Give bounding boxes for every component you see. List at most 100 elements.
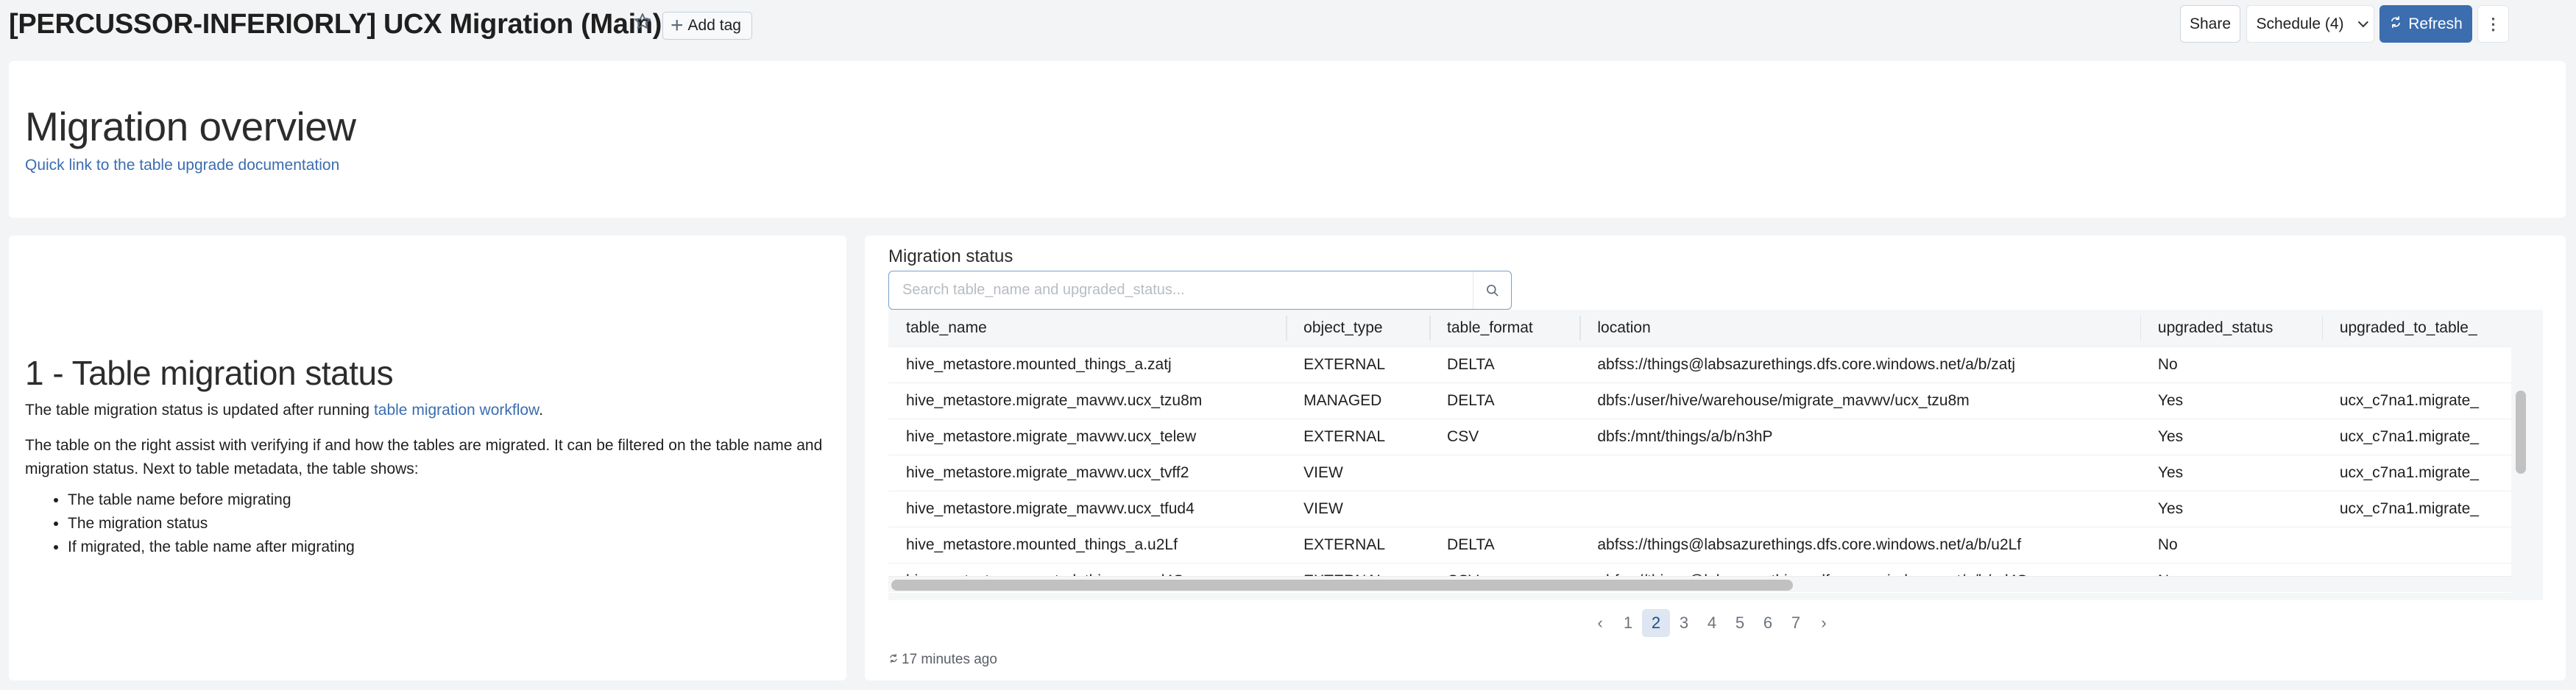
cell-location [1579, 490, 2140, 527]
page-1[interactable]: 1 [1614, 609, 1642, 637]
cell-upgraded-status: Yes [2140, 382, 2322, 419]
search-box [888, 271, 1512, 310]
page-3[interactable]: 3 [1670, 609, 1698, 637]
cell-table-format: DELTA [1429, 526, 1580, 563]
share-button[interactable]: Share [2180, 5, 2240, 43]
cell-table-format: CSV [1429, 418, 1580, 455]
column-header-object-type[interactable]: object_type [1286, 310, 1430, 346]
horizontal-scrollbar[interactable] [888, 576, 2511, 592]
column-header-upgraded-status[interactable]: upgraded_status [2140, 310, 2322, 346]
page-2[interactable]: 2 [1642, 609, 1670, 637]
cell-upgraded-status: Yes [2140, 418, 2322, 455]
widget-title: Migration status [888, 246, 1013, 266]
description-paragraph-2: The table on the right assist with verif… [25, 437, 823, 477]
cell-upgraded-to-table [2321, 346, 2511, 383]
last-updated-text: 17 minutes ago [902, 652, 997, 667]
plus-icon: + [670, 13, 684, 38]
migration-status-card: Migration status table_name object_type … [865, 235, 2566, 680]
kebab-menu-icon[interactable]: ⋮ [2477, 5, 2509, 43]
table-migration-info-card: 1 - Table migration status The table mig… [9, 235, 846, 680]
description-paragraph-1: The table migration status is updated af… [25, 399, 835, 422]
search-input[interactable] [889, 271, 1473, 309]
cell-upgraded-to-table: ucx_c7na1.migrate_ [2321, 490, 2511, 527]
list-item: The migration status [68, 512, 355, 536]
table-row[interactable]: hive_metastore.migrate_mavwv.ucx_tzu8m M… [888, 382, 2511, 419]
cell-table-name: hive_metastore.migrate_mavwv.ucx_tvff2 [888, 454, 1287, 491]
cell-object-type: VIEW [1286, 490, 1430, 527]
page-4[interactable]: 4 [1698, 609, 1726, 637]
pagination: ‹ 1 2 3 4 5 6 7 › [1586, 609, 1838, 637]
cell-table-name: hive_metastore.migrate_mavwv.ucx_tfud4 [888, 490, 1287, 527]
cell-upgraded-status: No [2140, 346, 2322, 383]
migration-status-table: table_name object_type table_format loca… [888, 310, 2511, 593]
table-row[interactable]: hive_metastore.mounted_things_a.u2Lf EXT… [888, 526, 2511, 563]
cell-upgraded-to-table [2321, 526, 2511, 563]
cell-table-name: hive_metastore.mounted_things_a.zatj [888, 346, 1287, 383]
page-7[interactable]: 7 [1782, 609, 1810, 637]
cell-upgraded-to-table: ucx_c7na1.migrate_ [2321, 382, 2511, 419]
cell-object-type: VIEW [1286, 454, 1430, 491]
vertical-scrollbar-thumb[interactable] [2516, 391, 2526, 474]
cell-object-type: EXTERNAL [1286, 526, 1430, 563]
list-item: The table name before migrating [68, 488, 355, 512]
table-row[interactable]: hive_metastore.migrate_mavwv.ucx_tvff2 V… [888, 454, 2511, 491]
schedule-button[interactable]: Schedule (4) [2246, 5, 2374, 43]
refresh-button[interactable]: Refresh [2379, 5, 2472, 43]
column-header-table-name[interactable]: table_name [888, 310, 1287, 346]
cell-location [1579, 454, 2140, 491]
table-migration-workflow-link[interactable]: table migration workflow [374, 402, 539, 419]
feature-list: The table name before migrating The migr… [65, 488, 355, 559]
page-title: [PERCUSSOR-INFERIORLY] UCX Migration (Ma… [9, 9, 662, 40]
table-header-row: table_name object_type table_format loca… [888, 310, 2511, 346]
chevron-left-icon[interactable]: ‹ [1586, 609, 1614, 637]
page-6[interactable]: 6 [1754, 609, 1782, 637]
list-item: If migrated, the table name after migrat… [68, 536, 355, 559]
dashboard-header: [PERCUSSOR-INFERIORLY] UCX Migration (Ma… [0, 0, 2576, 51]
cell-object-type: EXTERNAL [1286, 346, 1430, 383]
horizontal-scrollbar-thumb[interactable] [891, 580, 1793, 591]
cell-table-format: DELTA [1429, 346, 1580, 383]
chevron-down-icon [2357, 16, 2368, 27]
cell-location: dbfs:/user/hive/warehouse/migrate_mavwv/… [1579, 382, 2140, 419]
table-viewport: table_name object_type table_format loca… [888, 310, 2511, 593]
cell-table-name: hive_metastore.migrate_mavwv.ucx_tzu8m [888, 382, 1287, 419]
description-suffix: . [539, 402, 543, 419]
refresh-icon [888, 652, 899, 668]
cell-upgraded-status: Yes [2140, 454, 2322, 491]
cell-table-format [1429, 490, 1580, 527]
table-container: table_name object_type table_format loca… [888, 310, 2543, 600]
search-icon[interactable] [1473, 271, 1511, 309]
vertical-scrollbar[interactable] [2511, 310, 2530, 600]
table-row[interactable]: hive_metastore.migrate_mavwv.ucx_tfud4 V… [888, 490, 2511, 527]
cell-upgraded-to-table: ucx_c7na1.migrate_ [2321, 454, 2511, 491]
cell-upgraded-status: No [2140, 526, 2322, 563]
section-title: 1 - Table migration status [25, 354, 394, 392]
add-tag-label: Add tag [687, 17, 741, 34]
refresh-icon [2389, 15, 2402, 33]
cell-upgraded-to-table: ucx_c7na1.migrate_ [2321, 418, 2511, 455]
star-icon[interactable] [633, 12, 652, 31]
documentation-link[interactable]: Quick link to the table upgrade document… [25, 157, 339, 174]
cell-object-type: MANAGED [1286, 382, 1430, 419]
cell-table-name: hive_metastore.migrate_mavwv.ucx_telew [888, 418, 1287, 455]
cell-table-name: hive_metastore.mounted_things_a.u2Lf [888, 526, 1287, 563]
refresh-label: Refresh [2408, 15, 2463, 32]
last-updated: 17 minutes ago [888, 652, 997, 668]
cell-location: abfss://things@labsazurethings.dfs.core.… [1579, 526, 2140, 563]
column-header-upgraded-to-table[interactable]: upgraded_to_table_ [2321, 310, 2511, 346]
cell-table-format [1429, 454, 1580, 491]
cell-location: dbfs:/mnt/things/a/b/n3hP [1579, 418, 2140, 455]
add-tag-button[interactable]: + Add tag [662, 12, 752, 40]
table-row[interactable]: hive_metastore.migrate_mavwv.ucx_telew E… [888, 418, 2511, 455]
cell-location: abfss://things@labsazurethings.dfs.core.… [1579, 346, 2140, 383]
description-text: The table migration status is updated af… [25, 402, 374, 419]
page-5[interactable]: 5 [1726, 609, 1754, 637]
cell-table-format: DELTA [1429, 382, 1580, 419]
column-header-location[interactable]: location [1579, 310, 2140, 346]
cell-upgraded-status: Yes [2140, 490, 2322, 527]
overview-card: Migration overview Quick link to the tab… [9, 61, 2566, 218]
chevron-right-icon[interactable]: › [1810, 609, 1838, 637]
schedule-label: Schedule (4) [2256, 15, 2344, 32]
table-row[interactable]: hive_metastore.mounted_things_a.zatj EXT… [888, 346, 2511, 383]
column-header-table-format[interactable]: table_format [1429, 310, 1580, 346]
